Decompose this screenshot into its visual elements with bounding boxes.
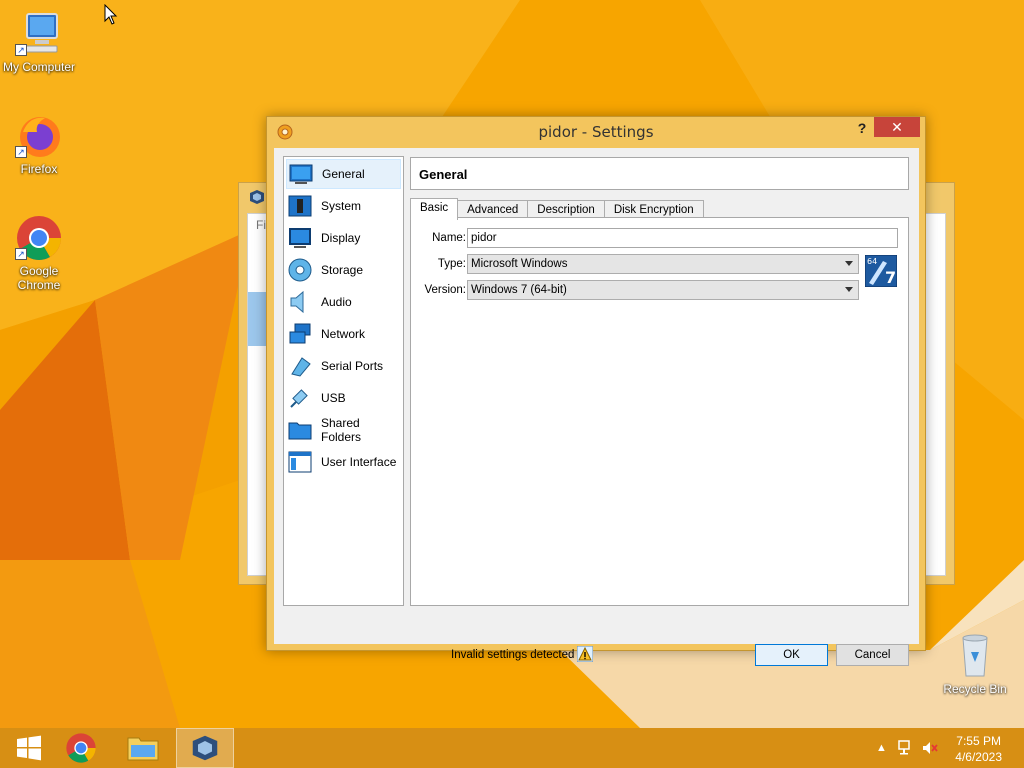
version-select-value: Windows 7 (64-bit) [471, 284, 567, 296]
speaker-icon [288, 290, 312, 314]
sidebar-item-usb[interactable]: USB [286, 383, 401, 413]
volume-muted-icon[interactable] [922, 740, 938, 756]
clock-date: 4/6/2023 [955, 750, 1002, 764]
status-message: Invalid settings detected [451, 649, 575, 661]
shortcut-arrow-icon: ↗ [15, 248, 27, 260]
sidebar-item-display[interactable]: Display [286, 223, 401, 253]
desktop-icon-google-chrome[interactable]: ↗ Google Chrome [0, 214, 78, 292]
virtualbox-icon [192, 735, 218, 761]
sidebar-item-label: General [322, 167, 365, 181]
chevron-down-icon [845, 287, 853, 292]
desktop-icon-firefox[interactable]: ↗ Firefox [0, 112, 78, 176]
sidebar-item-label: Storage [321, 263, 364, 277]
settings-sidebar: General System Display Storage Audio Net… [283, 156, 404, 606]
taskbar-virtualbox-button[interactable] [176, 728, 234, 768]
dialog-client-area: General System Display Storage Audio Net… [274, 148, 919, 666]
windows-start-icon [17, 735, 41, 761]
monitor-icon [288, 226, 312, 250]
os-badge-bits: 64 [867, 257, 877, 266]
help-button[interactable]: ? [854, 120, 870, 138]
page-title: General [410, 157, 909, 190]
taskbar-clock[interactable]: 7:55 PM 4/6/2023 [955, 733, 1002, 765]
sidebar-item-label: USB [321, 391, 346, 405]
folder-icon [288, 418, 312, 442]
name-label: Name: [432, 232, 466, 244]
tab-bar: Basic Advanced Description Disk Encrypti… [410, 198, 704, 220]
sidebar-item-label: User Interface [321, 455, 397, 469]
chip-icon [288, 194, 312, 218]
sidebar-item-network[interactable]: Network [286, 319, 401, 349]
settings-dialog: pidor - Settings ? ✕ General System Disp… [266, 116, 926, 666]
close-button[interactable]: ✕ [874, 117, 920, 137]
windows-7-64-os-icon: 64 7 [864, 254, 898, 288]
desktop-icon-my-computer[interactable]: ↗ My Computer [0, 10, 78, 74]
disk-icon [288, 258, 312, 282]
computer-icon: ↗ [15, 10, 63, 58]
tab-panel-basic [410, 217, 909, 606]
sidebar-item-label: System [321, 199, 362, 213]
chrome-icon [66, 733, 96, 763]
sidebar-item-user-interface[interactable]: User Interface [286, 447, 401, 477]
version-select[interactable]: Windows 7 (64-bit) [467, 280, 859, 300]
version-label: Version: [424, 284, 466, 296]
sidebar-item-audio[interactable]: Audio [286, 287, 401, 317]
sidebar-item-label: Display [321, 231, 361, 245]
os-badge-version: 7 [885, 268, 896, 287]
desktop-icon-label: My Computer [2, 60, 76, 74]
serial-port-icon [288, 354, 312, 378]
network-status-icon[interactable] [898, 740, 914, 756]
sidebar-item-label: Audio [321, 295, 352, 309]
start-button[interactable] [0, 728, 58, 768]
sidebar-item-shared-folders[interactable]: Shared Folders [286, 415, 401, 445]
folder-icon [127, 737, 159, 761]
vm-list-selection[interactable] [248, 292, 268, 346]
sidebar-item-system[interactable]: System [286, 191, 401, 221]
taskbar-chrome-button[interactable] [52, 728, 110, 768]
shortcut-arrow-icon: ↗ [15, 146, 27, 158]
type-select[interactable]: Microsoft Windows [467, 254, 859, 274]
type-select-value: Microsoft Windows [471, 258, 568, 270]
sidebar-item-label: Shared Folders [321, 416, 362, 444]
dialog-title: pidor - Settings [538, 123, 654, 141]
clock-time: 7:55 PM [956, 734, 1001, 748]
usb-icon [288, 386, 312, 410]
taskbar-file-explorer-button[interactable] [114, 728, 172, 768]
desktop-icon-label: Recycle Bin [943, 682, 1007, 696]
cancel-button[interactable]: Cancel [836, 644, 909, 666]
sidebar-item-storage[interactable]: Storage [286, 255, 401, 285]
shortcut-arrow-icon: ↗ [15, 44, 27, 56]
sidebar-item-serial-ports[interactable]: Serial Ports [286, 351, 401, 381]
desktop-icon-label: Google Chrome [17, 264, 61, 292]
virtualbox-icon [250, 190, 264, 204]
desktop-icon-recycle-bin[interactable]: Recycle Bin [936, 632, 1014, 696]
recycle-bin-icon [951, 632, 999, 680]
sidebar-item-label: Serial Ports [321, 359, 384, 373]
ok-button[interactable]: OK [755, 644, 828, 666]
sidebar-item-general[interactable]: General [286, 159, 401, 189]
desktop-icon-label: Firefox [20, 162, 58, 176]
taskbar: ▲ 7:55 PM 4/6/2023 [0, 728, 1024, 768]
tab-basic[interactable]: Basic [410, 198, 459, 220]
warning-icon[interactable] [576, 645, 594, 663]
menu-file-partial[interactable]: Fi [256, 218, 266, 232]
user-interface-icon [288, 450, 312, 474]
type-label: Type: [437, 258, 466, 270]
show-hidden-icons-button[interactable]: ▲ [876, 742, 887, 754]
name-field[interactable] [467, 228, 898, 248]
dialog-titlebar[interactable]: pidor - Settings ? ✕ [267, 117, 925, 147]
general-icon [289, 162, 313, 186]
chrome-icon: ↗ [15, 214, 63, 262]
sidebar-item-label: Network [321, 327, 366, 341]
firefox-icon: ↗ [15, 112, 63, 160]
mouse-cursor-icon [104, 4, 118, 25]
chevron-down-icon [845, 261, 853, 266]
close-icon: ✕ [891, 119, 903, 135]
network-icon [288, 322, 312, 346]
